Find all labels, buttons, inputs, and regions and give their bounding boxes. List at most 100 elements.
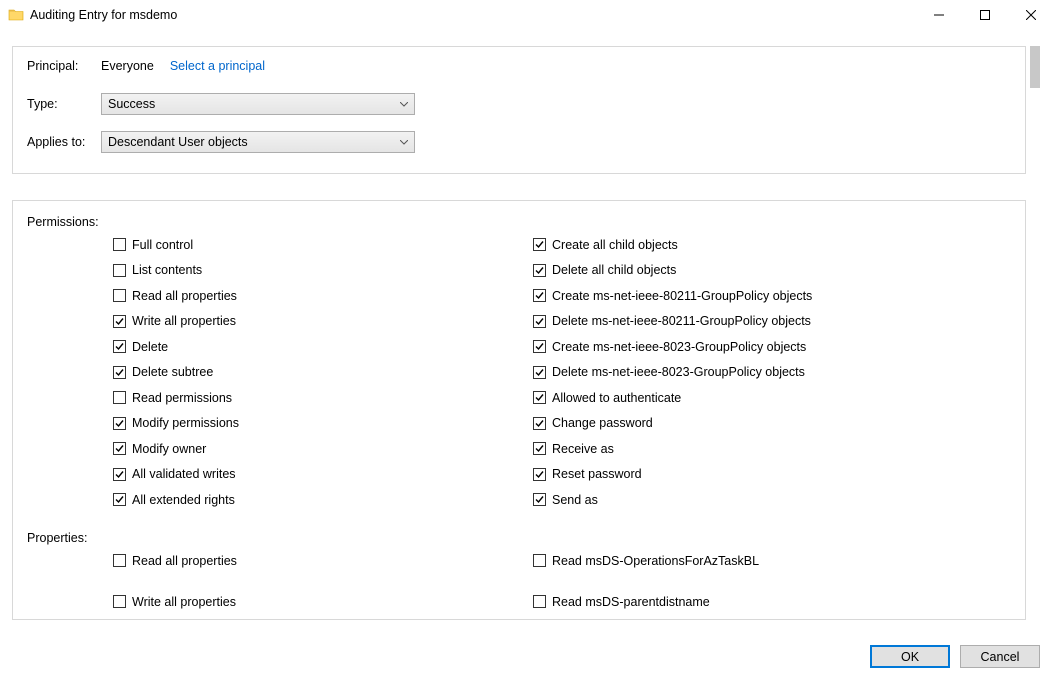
permission-item[interactable]: Modify permissions — [113, 414, 533, 433]
checkbox[interactable] — [533, 442, 546, 455]
checkbox-label: All extended rights — [132, 493, 235, 507]
checkbox-label: List contents — [132, 263, 202, 277]
checkbox[interactable] — [113, 315, 126, 328]
chevron-down-icon — [394, 94, 414, 114]
checkbox[interactable] — [533, 340, 546, 353]
permission-item[interactable]: Create ms-net-ieee-80211-GroupPolicy obj… — [533, 286, 953, 305]
checkbox[interactable] — [533, 493, 546, 506]
checkbox-label: Read all properties — [132, 289, 237, 303]
checkbox-label: Create ms-net-ieee-80211-GroupPolicy obj… — [552, 289, 812, 303]
vertical-scrollbar[interactable] — [1030, 46, 1040, 620]
checkbox[interactable] — [533, 238, 546, 251]
checkbox-label: Delete all child objects — [552, 263, 676, 277]
checkbox-label: Allowed to authenticate — [552, 391, 681, 405]
property-item[interactable]: Write all properties — [113, 592, 533, 611]
permission-item[interactable]: Receive as — [533, 439, 953, 458]
permission-item[interactable]: Create ms-net-ieee-8023-GroupPolicy obje… — [533, 337, 953, 356]
checkbox-label: Write all properties — [132, 314, 236, 328]
checkbox[interactable] — [113, 554, 126, 567]
permission-item[interactable]: Modify owner — [113, 439, 533, 458]
checkbox[interactable] — [113, 340, 126, 353]
checkbox-label: Receive as — [552, 442, 614, 456]
permission-item[interactable]: Allowed to authenticate — [533, 388, 953, 407]
dialog-footer: OK Cancel — [870, 645, 1040, 668]
checkbox[interactable] — [533, 366, 546, 379]
checkbox[interactable] — [533, 264, 546, 277]
permission-item[interactable]: Read permissions — [113, 388, 533, 407]
property-item[interactable]: Read msDS-OperationsForAzTaskBL — [533, 551, 953, 570]
checkbox-label: Write all properties — [132, 595, 236, 609]
cancel-button[interactable]: Cancel — [960, 645, 1040, 668]
close-button[interactable] — [1008, 0, 1054, 30]
checkbox-label: Modify permissions — [132, 416, 239, 430]
minimize-button[interactable] — [916, 0, 962, 30]
type-label: Type: — [13, 97, 91, 111]
permission-item[interactable]: Write all properties — [113, 312, 533, 331]
checkbox[interactable] — [113, 417, 126, 430]
property-item[interactable]: Read msDS-parentdistname — [533, 592, 953, 611]
principal-value: Everyone — [91, 59, 154, 73]
checkbox[interactable] — [113, 366, 126, 379]
checkbox[interactable] — [113, 468, 126, 481]
principal-type-pane: Principal: Everyone Select a principal T… — [12, 46, 1026, 174]
checkbox-label: Delete subtree — [132, 365, 213, 379]
permission-item[interactable]: Delete subtree — [113, 363, 533, 382]
permission-item[interactable]: Delete all child objects — [533, 261, 953, 280]
checkbox-label: Read all properties — [132, 554, 237, 568]
checkbox-label: Create all child objects — [552, 238, 678, 252]
checkbox[interactable] — [113, 391, 126, 404]
checkbox[interactable] — [113, 595, 126, 608]
permission-item[interactable]: Delete ms-net-ieee-80211-GroupPolicy obj… — [533, 312, 953, 331]
checkbox-label: Delete ms-net-ieee-8023-GroupPolicy obje… — [552, 365, 805, 379]
checkbox[interactable] — [533, 289, 546, 302]
checkbox[interactable] — [113, 264, 126, 277]
checkbox[interactable] — [113, 493, 126, 506]
applies-label: Applies to: — [13, 135, 91, 149]
permissions-pane: Permissions: Full control List contents Re… — [12, 200, 1026, 620]
folder-icon — [8, 7, 24, 23]
checkbox-label: Delete ms-net-ieee-80211-GroupPolicy obj… — [552, 314, 811, 328]
scrollbar-thumb[interactable] — [1030, 46, 1040, 88]
checkbox-label: Read permissions — [132, 391, 232, 405]
properties-header: Properties: — [13, 523, 1025, 551]
permission-item[interactable]: Delete ms-net-ieee-8023-GroupPolicy obje… — [533, 363, 953, 382]
checkbox-label: Read msDS-parentdistname — [552, 595, 710, 609]
permission-item[interactable]: Read all properties — [113, 286, 533, 305]
checkbox-label: Reset password — [552, 467, 642, 481]
principal-label: Principal: — [13, 59, 91, 73]
checkbox-label: Modify owner — [132, 442, 206, 456]
ok-button[interactable]: OK — [870, 645, 950, 668]
permission-item[interactable]: All validated writes — [113, 465, 533, 484]
permission-item[interactable]: Delete — [113, 337, 533, 356]
checkbox-label: Change password — [552, 416, 653, 430]
checkbox[interactable] — [113, 238, 126, 251]
checkbox-label: All validated writes — [132, 467, 236, 481]
window-title: Auditing Entry for msdemo — [30, 8, 177, 22]
select-principal-link[interactable]: Select a principal — [154, 59, 265, 73]
property-item[interactable]: Read all properties — [113, 551, 533, 570]
permission-item[interactable]: List contents — [113, 261, 533, 280]
checkbox[interactable] — [113, 289, 126, 302]
permission-item[interactable]: Create all child objects — [533, 235, 953, 254]
permission-item[interactable]: Full control — [113, 235, 533, 254]
checkbox-label: Full control — [132, 238, 193, 252]
type-dropdown[interactable]: Success — [101, 93, 415, 115]
checkbox[interactable] — [533, 554, 546, 567]
type-dropdown-value: Success — [102, 97, 394, 111]
permission-item[interactable]: Change password — [533, 414, 953, 433]
checkbox-label: Read msDS-OperationsForAzTaskBL — [552, 554, 759, 568]
checkbox[interactable] — [533, 315, 546, 328]
checkbox[interactable] — [533, 391, 546, 404]
permissions-header: Permissions: — [13, 201, 1025, 235]
permission-item[interactable]: Reset password — [533, 465, 953, 484]
checkbox[interactable] — [533, 468, 546, 481]
permission-item[interactable]: All extended rights — [113, 490, 533, 509]
applies-dropdown-value: Descendant User objects — [102, 135, 394, 149]
checkbox[interactable] — [533, 417, 546, 430]
applies-dropdown[interactable]: Descendant User objects — [101, 131, 415, 153]
chevron-down-icon — [394, 132, 414, 152]
checkbox[interactable] — [533, 595, 546, 608]
maximize-button[interactable] — [962, 0, 1008, 30]
checkbox[interactable] — [113, 442, 126, 455]
permission-item[interactable]: Send as — [533, 490, 953, 509]
